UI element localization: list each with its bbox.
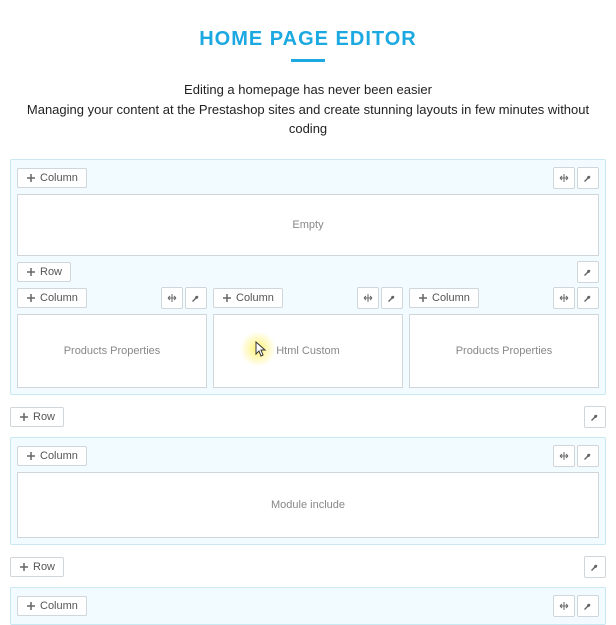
add-row-button[interactable]: Row (17, 262, 71, 282)
wrench-icon (191, 293, 201, 303)
title-underline (291, 59, 325, 62)
wrench-icon (583, 601, 593, 611)
settings-button[interactable] (577, 261, 599, 283)
plus-icon (26, 293, 36, 303)
settings-button[interactable] (577, 287, 599, 309)
plus-icon (19, 562, 29, 572)
plus-icon (19, 412, 29, 422)
add-row-button[interactable]: Row (10, 407, 64, 427)
module-include-block[interactable]: Module include (17, 472, 599, 538)
settings-button[interactable] (381, 287, 403, 309)
move-button[interactable] (357, 287, 379, 309)
cursor-highlight (240, 331, 276, 367)
add-column-button[interactable]: Column (213, 288, 283, 308)
move-button[interactable] (553, 445, 575, 467)
subtitle: Editing a homepage has never been easier… (20, 80, 596, 139)
settings-button[interactable] (584, 556, 606, 578)
move-icon (167, 293, 177, 303)
plus-icon (418, 293, 428, 303)
products-properties-block[interactable]: Products Properties (17, 314, 207, 388)
move-icon (559, 173, 569, 183)
column: Column Products Properties (17, 286, 207, 388)
wrench-icon (583, 267, 593, 277)
add-row-button[interactable]: Row (10, 557, 64, 577)
settings-button[interactable] (577, 167, 599, 189)
move-button[interactable] (553, 287, 575, 309)
plus-icon (26, 601, 36, 611)
plus-icon (222, 293, 232, 303)
wrench-icon (590, 412, 600, 422)
editor-area: Column Empty Row Column (0, 159, 616, 625)
move-icon (363, 293, 373, 303)
wrench-icon (387, 293, 397, 303)
settings-button[interactable] (584, 406, 606, 428)
plus-icon (26, 173, 36, 183)
empty-block[interactable]: Empty (17, 194, 599, 256)
settings-button[interactable] (185, 287, 207, 309)
plus-icon (26, 267, 36, 277)
column: Column Products Properties (409, 286, 599, 388)
column: Column Html Custom (213, 286, 403, 388)
move-button[interactable] (553, 595, 575, 617)
layout-panel: Column Module include (10, 437, 606, 545)
cursor-icon (254, 341, 268, 357)
move-button[interactable] (553, 167, 575, 189)
page-title: HOME PAGE EDITOR (20, 28, 596, 51)
add-column-button[interactable]: Column (17, 596, 87, 616)
settings-button[interactable] (577, 445, 599, 467)
settings-button[interactable] (577, 595, 599, 617)
wrench-icon (590, 562, 600, 572)
plus-icon (26, 451, 36, 461)
wrench-icon (583, 293, 593, 303)
html-custom-block[interactable]: Html Custom (213, 314, 403, 388)
add-column-button[interactable]: Column (409, 288, 479, 308)
add-column-button[interactable]: Column (17, 288, 87, 308)
move-icon (559, 451, 569, 461)
layout-panel: Column Empty Row Column (10, 159, 606, 395)
products-properties-block[interactable]: Products Properties (409, 314, 599, 388)
move-icon (559, 293, 569, 303)
wrench-icon (583, 173, 593, 183)
layout-panel: Column (10, 587, 606, 625)
move-button[interactable] (161, 287, 183, 309)
move-icon (559, 601, 569, 611)
wrench-icon (583, 451, 593, 461)
add-column-button[interactable]: Column (17, 446, 87, 466)
add-column-button[interactable]: Column (17, 168, 87, 188)
